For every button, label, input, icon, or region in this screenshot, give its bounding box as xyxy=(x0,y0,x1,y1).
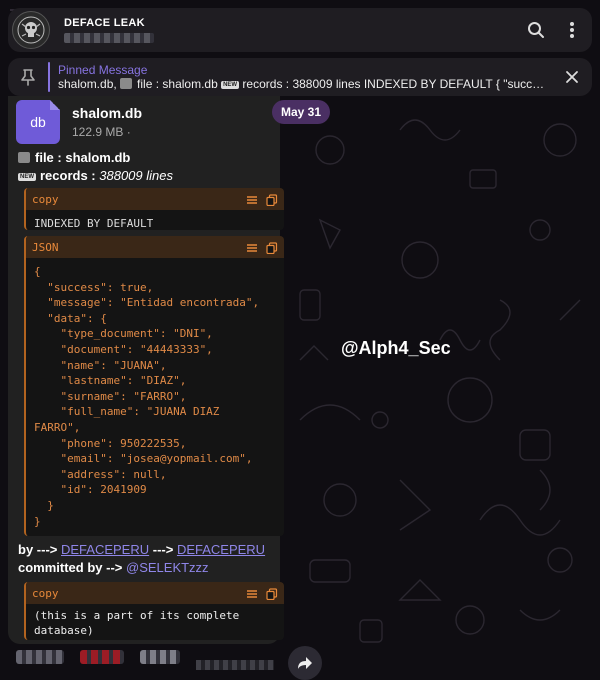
pinned-file-part: file : shalom.db xyxy=(137,77,222,91)
file-attachment[interactable]: db shalom.db 122.9 MB · xyxy=(16,100,142,144)
code-lang-label: copy xyxy=(32,586,59,600)
file-name: shalom.db xyxy=(72,105,143,121)
credit-committed-line: committed by --> @SELEKTzzz xyxy=(18,560,209,575)
code-content[interactable]: INDEXED BY DEFAULT xyxy=(26,210,284,230)
deface-link-1[interactable]: DEFACEPERU xyxy=(61,542,149,557)
note-content[interactable]: (this is a part of its complete database… xyxy=(26,604,284,640)
date-pill[interactable]: May 31 xyxy=(272,100,331,124)
pinned-preview: shalom.db, file : shalom.db NEW records … xyxy=(58,77,548,91)
copy-icon[interactable] xyxy=(266,241,278,255)
new-tag-icon: NEW xyxy=(18,172,36,181)
close-icon xyxy=(566,71,578,83)
copy-icon[interactable] xyxy=(266,193,278,207)
reaction-chip[interactable] xyxy=(80,650,124,664)
deface-link-2[interactable]: DEFACEPERU xyxy=(177,542,265,557)
json-content[interactable]: { "success": true, "message": "Entidad e… xyxy=(26,258,284,535)
pinned-prefix: shalom.db, xyxy=(58,77,121,91)
reaction-chip[interactable] xyxy=(16,650,64,664)
pinned-title: Pinned Message xyxy=(58,63,148,77)
close-pinned-button[interactable] xyxy=(552,70,592,84)
pinned-message-bar[interactable]: Pinned Message shalom.db, file : shalom.… xyxy=(8,58,592,96)
more-vertical-icon xyxy=(570,22,574,38)
watermark-text: @Alph4_Sec xyxy=(341,338,451,358)
chat-header[interactable]: DEFACE LEAK xyxy=(8,8,592,52)
channel-avatar[interactable] xyxy=(12,11,50,49)
selekt-mention[interactable]: @SELEKTzzz xyxy=(126,560,209,575)
code-block-copy[interactable]: copy INDEXED BY DEFAULT xyxy=(24,188,284,230)
code-lang-label: JSON xyxy=(32,240,59,254)
file-doc-icon[interactable]: db xyxy=(16,100,60,144)
code-block-json[interactable]: JSON { "success": true, "message": "Enti… xyxy=(24,236,284,536)
file-doc-icon xyxy=(120,78,133,89)
file-size: 122.9 MB · xyxy=(72,125,131,139)
wrap-lines-icon[interactable] xyxy=(246,241,258,253)
message-bubble[interactable]: db shalom.db 122.9 MB · file : shalom.db… xyxy=(8,96,284,644)
new-tag-icon: NEW xyxy=(221,80,240,89)
search-button[interactable] xyxy=(518,12,554,48)
wrap-lines-icon[interactable] xyxy=(246,193,258,205)
search-icon xyxy=(528,22,544,38)
skull-logo-icon xyxy=(17,16,45,44)
channel-subtitle-blurred xyxy=(64,33,154,43)
more-options-button[interactable] xyxy=(554,12,590,48)
caption-records-line: NEW records : 388009 lines xyxy=(18,168,173,183)
wrap-lines-icon[interactable] xyxy=(246,587,258,599)
reactions-row[interactable] xyxy=(16,650,180,664)
message-meta-blurred xyxy=(196,660,274,670)
forward-button[interactable] xyxy=(288,646,322,680)
credit-by-line: by ---> DEFACEPERU ---> DEFACEPERU xyxy=(18,542,266,557)
file-type-label: db xyxy=(30,114,46,130)
forward-arrow-icon xyxy=(298,657,312,669)
code-block-note[interactable]: copy (this is a part of its complete dat… xyxy=(24,582,284,640)
caption-file-line: file : shalom.db xyxy=(18,150,130,165)
copy-icon[interactable] xyxy=(266,587,278,601)
pinned-rest: records : 388009 lines INDEXED BY DEFAUL… xyxy=(239,77,548,91)
reaction-chip[interactable] xyxy=(140,650,180,664)
pin-icon xyxy=(8,68,48,86)
channel-name[interactable]: DEFACE LEAK xyxy=(64,17,518,29)
code-lang-label: copy xyxy=(32,192,59,206)
pinned-accent-bar xyxy=(48,62,50,92)
file-doc-icon xyxy=(18,152,30,163)
